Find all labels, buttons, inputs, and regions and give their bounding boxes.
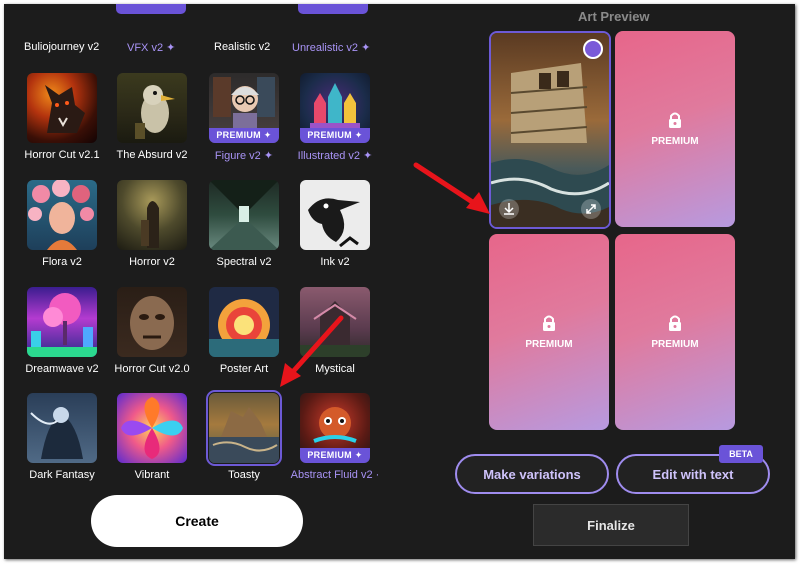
- app-window: Buliojourney v2 VFX v2 ✦ Realistic v2 Un…: [4, 4, 795, 559]
- annotation-arrows: [280, 162, 490, 387]
- arrow-annotation-icon: [280, 315, 344, 387]
- arrow-annotation-icon: [413, 162, 490, 214]
